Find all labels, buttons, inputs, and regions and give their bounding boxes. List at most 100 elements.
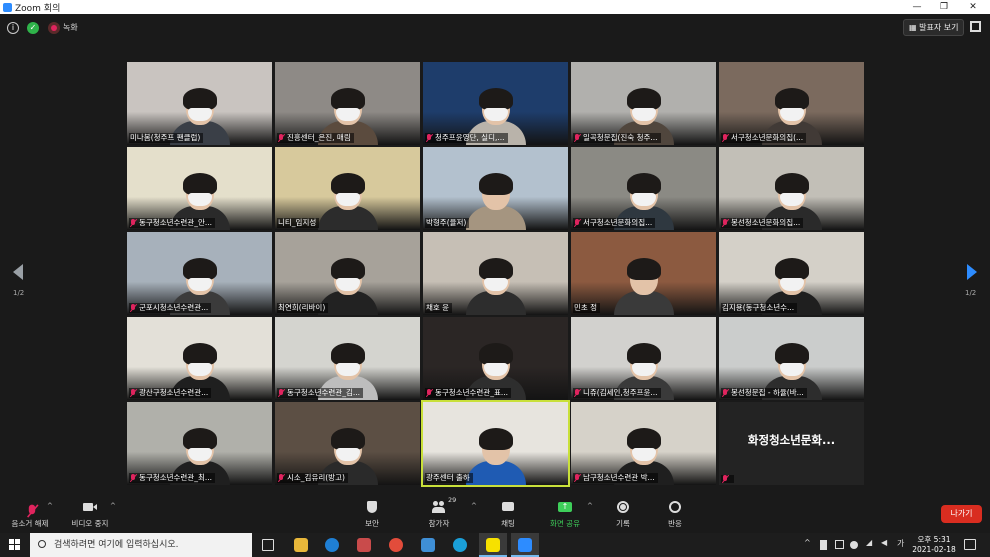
- participant-tile[interactable]: 니티_임지성: [275, 147, 420, 230]
- shield-icon[interactable]: ✓: [27, 22, 39, 34]
- clock-date: 2021-02-18: [912, 545, 956, 554]
- participant-name-label: 봉선청소년문화의집...: [721, 218, 804, 228]
- edge-icon[interactable]: [453, 538, 467, 552]
- participant-tile[interactable]: 광주센터 출하: [421, 400, 570, 487]
- next-page-arrow-icon[interactable]: [967, 264, 977, 280]
- participant-tile[interactable]: 남구청소년수련관 박...: [571, 402, 716, 485]
- participant-tile[interactable]: 화정청소년문화...: [719, 402, 864, 485]
- participant-tile[interactable]: 민초 정: [571, 232, 716, 315]
- muted-mic-icon: [278, 389, 284, 397]
- participant-name: 서구청소년문화의집(...: [731, 133, 804, 142]
- participants-button[interactable]: 29 참가자: [411, 496, 467, 529]
- tray-camera-icon[interactable]: [835, 540, 844, 549]
- participant-name-label: 김지용(동구청소년수...: [721, 303, 798, 313]
- restore-button[interactable]: ❐: [929, 0, 959, 14]
- participant-name-label: [721, 475, 734, 483]
- task-view-icon[interactable]: [262, 539, 274, 551]
- audio-options-caret-icon[interactable]: ^: [47, 502, 53, 510]
- participant-name: 니쥬(김세인,청주프윤...: [583, 388, 658, 397]
- chrome-icon[interactable]: [389, 538, 403, 552]
- participant-name: 봉선청문집 - 하율(바...: [731, 388, 804, 397]
- participant-tile[interactable]: 시소_김유리(방고): [275, 402, 420, 485]
- participant-name-label: 서구청소년문화의집...: [573, 218, 656, 228]
- participant-tile[interactable]: 동구청소년수련관_표...: [423, 317, 568, 400]
- participant-tile[interactable]: 서구청소년문화의집(...: [719, 62, 864, 145]
- participant-tile[interactable]: 동구청소년수련관_김...: [275, 317, 420, 400]
- previous-page-arrow-icon[interactable]: [13, 264, 23, 280]
- recording-icon[interactable]: [48, 22, 60, 34]
- taskbar-search-placeholder: 검색하려면 여기에 입력하십시오.: [54, 540, 179, 550]
- ime-indicator[interactable]: 가: [897, 538, 904, 549]
- file-explorer-icon[interactable]: [294, 538, 308, 552]
- internet-explorer-icon[interactable]: [325, 538, 339, 552]
- participant-tile[interactable]: 광산구청소년수련관...: [127, 317, 272, 400]
- share-screen-button[interactable]: ↑ 화면 공유: [537, 500, 593, 529]
- participant-tile[interactable]: 진흥센터_은진, 매림: [275, 62, 420, 145]
- participant-tile[interactable]: 일곡청문집(진숙 청주...: [571, 62, 716, 145]
- taskbar-search-box[interactable]: 검색하려면 여기에 입력하십시오.: [30, 533, 252, 557]
- store-app-icon[interactable]: [421, 538, 435, 552]
- participant-name-label: 시소_김유리(방고): [277, 473, 348, 483]
- participant-tile[interactable]: 동구청소년수련관_안...: [127, 147, 272, 230]
- participant-name: 채호 윤: [426, 303, 450, 312]
- info-icon[interactable]: i: [7, 22, 19, 34]
- participant-name-label: 진흥센터_은진, 매림: [277, 133, 354, 143]
- speaker-view-button[interactable]: ▦ 발표자 보기: [903, 19, 965, 36]
- participant-name: 봉선청소년문화의집...: [731, 218, 801, 227]
- tray-app-icon[interactable]: [820, 540, 827, 550]
- participant-tile[interactable]: 채호 윤: [423, 232, 568, 315]
- participant-name-label: 동구청소년수련관_최...: [129, 473, 216, 483]
- record-icon: [616, 500, 630, 514]
- unmute-label: 음소거 해제: [11, 519, 49, 528]
- participant-video: [465, 428, 526, 485]
- participant-tile[interactable]: 봉선청소년문화의집...: [719, 147, 864, 230]
- video-camera-icon: [83, 500, 97, 514]
- network-icon[interactable]: ◢: [866, 538, 872, 547]
- minimize-button[interactable]: —: [902, 0, 932, 14]
- fullscreen-icon[interactable]: [970, 21, 981, 32]
- kakaotalk-icon[interactable]: [486, 538, 500, 552]
- security-button[interactable]: 보안: [344, 500, 400, 529]
- muted-mic-icon: [278, 474, 284, 482]
- paint-app-icon[interactable]: [357, 538, 371, 552]
- participant-name: 미나봄(청주프 팬클럽): [130, 133, 201, 142]
- participant-name-label: 봉선청문집 - 하율(바...: [721, 388, 807, 398]
- muted-mic-icon: [722, 219, 728, 227]
- participant-tile[interactable]: 군포시청소년수련관...: [127, 232, 272, 315]
- participant-tile[interactable]: 미나봄(청주프 팬클럽): [127, 62, 272, 145]
- notification-center-icon[interactable]: [964, 539, 976, 550]
- participants-options-caret-icon[interactable]: ^: [471, 502, 477, 510]
- tray-overflow-chevron-icon[interactable]: ^: [804, 538, 811, 547]
- participant-tile[interactable]: 봉선청문집 - 하율(바...: [719, 317, 864, 400]
- leave-meeting-button[interactable]: 나가기: [941, 505, 982, 523]
- chat-button[interactable]: 채팅: [480, 500, 536, 529]
- record-button[interactable]: 기록: [595, 500, 651, 529]
- volume-icon[interactable]: ◀: [881, 538, 887, 547]
- close-window-button[interactable]: ✕: [958, 0, 988, 14]
- meeting-topbar: i ✓ 녹화 ▦ 발표자 보기: [0, 14, 990, 42]
- participant-name-label: 동구청소년수련관_안...: [129, 218, 216, 228]
- taskbar-clock[interactable]: 오후 5:31 2021-02-18: [910, 535, 958, 555]
- participant-tile[interactable]: 서구청소년문화의집...: [571, 147, 716, 230]
- reactions-button[interactable]: 반응: [647, 500, 703, 529]
- participant-name: 광산구청소년수련관...: [139, 388, 209, 397]
- participant-name: 시소_김유리(방고): [287, 473, 345, 482]
- participant-tile[interactable]: 청주프윤영단, 실디,...: [423, 62, 568, 145]
- participant-tile[interactable]: 동구청소년수련관_최...: [127, 402, 272, 485]
- tray-zoom-icon[interactable]: [850, 541, 858, 549]
- windows-start-icon[interactable]: [9, 539, 21, 551]
- participant-name: 박형주(율저): [426, 218, 467, 227]
- share-options-caret-icon[interactable]: ^: [587, 502, 593, 510]
- participant-video: [465, 173, 526, 230]
- zoom-taskbar-icon[interactable]: [518, 538, 532, 552]
- participant-name: 동구청소년수련관_표...: [435, 388, 509, 397]
- participant-tile[interactable]: 박형주(율저): [423, 147, 568, 230]
- participant-tile[interactable]: 니쥬(김세인,청주프윤...: [571, 317, 716, 400]
- participant-name: 군포시청소년수련관...: [139, 303, 209, 312]
- participant-tile[interactable]: 최연희(리바이): [275, 232, 420, 315]
- page-indicator-left: 1/2: [13, 289, 25, 297]
- participant-tile[interactable]: 김지용(동구청소년수...: [719, 232, 864, 315]
- video-options-caret-icon[interactable]: ^: [110, 502, 116, 510]
- muted-mic-icon: [722, 134, 728, 142]
- participant-name: 동구청소년수련관_김...: [287, 388, 361, 397]
